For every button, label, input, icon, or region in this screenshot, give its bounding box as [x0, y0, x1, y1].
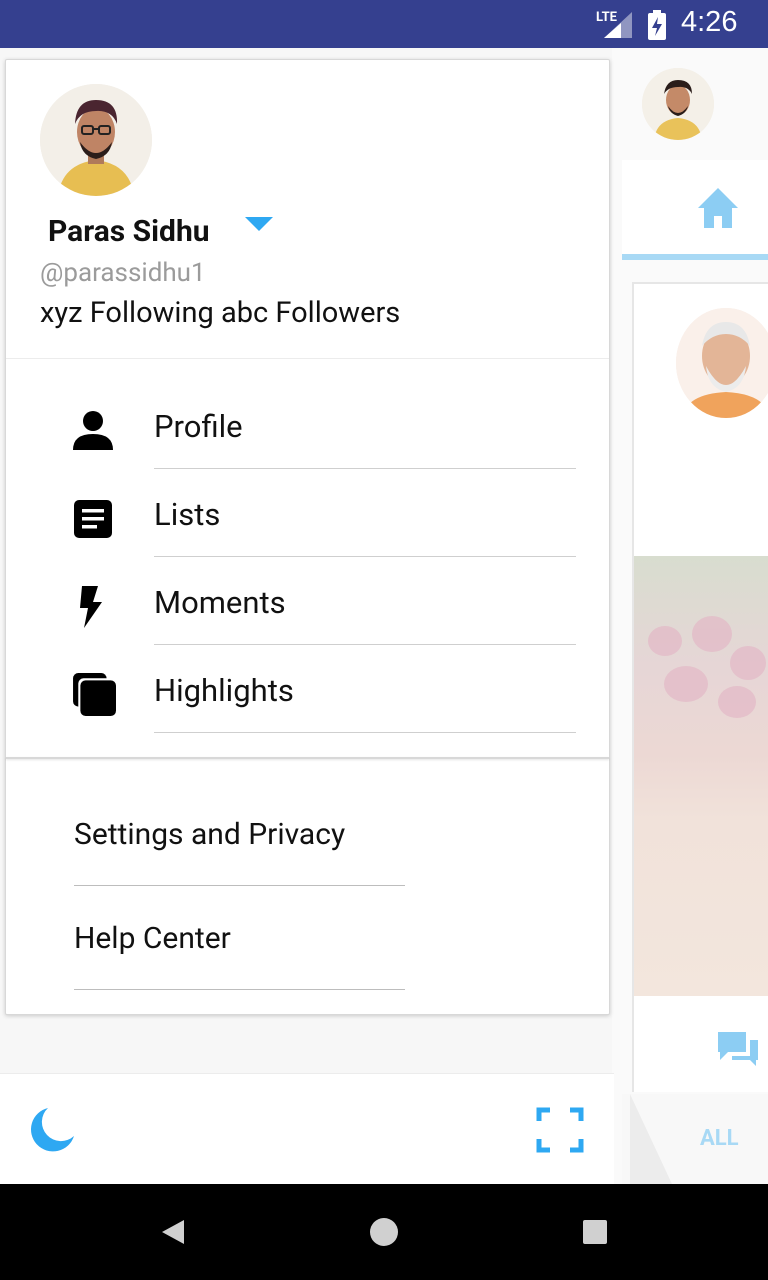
back-icon[interactable]: [160, 1218, 186, 1246]
list-icon: [74, 500, 112, 538]
user-handle: @parassidhu1: [40, 258, 206, 288]
divider: [154, 468, 576, 469]
background-tweet-avatar[interactable]: [676, 308, 768, 418]
recents-icon[interactable]: [583, 1220, 607, 1244]
profile-avatar[interactable]: [40, 84, 152, 196]
settings-and-privacy-link[interactable]: Settings and Privacy: [74, 817, 345, 852]
menu-item-label: Moments: [154, 584, 286, 621]
divider: [154, 732, 576, 733]
qr-scan-icon[interactable]: [536, 1107, 584, 1153]
system-navigation-bar: [0, 1184, 768, 1280]
battery-charging-icon: [648, 10, 666, 40]
navigation-drawer: Paras Sidhu @parassidhu1 xyz Following a…: [5, 59, 610, 1015]
home-icon[interactable]: [696, 186, 740, 230]
person-icon: [73, 411, 113, 450]
background-tab-bar: [622, 160, 768, 260]
divider: [74, 885, 405, 886]
header-divider: [6, 358, 609, 359]
menu-item-lists[interactable]: Lists: [6, 474, 609, 562]
moon-icon[interactable]: [28, 1106, 76, 1154]
account-switch-chevron-icon[interactable]: [245, 217, 273, 231]
drawer-bottom-bar: [0, 1073, 614, 1184]
menu-item-highlights[interactable]: Highlights: [6, 650, 609, 738]
divider: [154, 556, 576, 557]
filter-all-tab[interactable]: ALL: [700, 1126, 739, 1151]
menu-item-profile[interactable]: Profile: [6, 386, 609, 474]
bolt-icon: [80, 586, 102, 628]
background-avatar[interactable]: [642, 68, 714, 140]
status-bar: LTE 4:26: [0, 0, 768, 48]
divider: [154, 644, 576, 645]
reply-icon[interactable]: [716, 1030, 760, 1068]
help-center-link[interactable]: Help Center: [74, 921, 231, 956]
menu-item-label: Lists: [154, 496, 221, 533]
home-nav-icon[interactable]: [370, 1218, 398, 1246]
divider: [74, 989, 405, 990]
background-filter-bar: [622, 1094, 768, 1184]
highlights-icon: [73, 673, 116, 716]
background-tweet-image[interactable]: [634, 556, 768, 996]
menu-item-label: Highlights: [154, 672, 294, 709]
user-name: Paras Sidhu: [48, 214, 210, 249]
menu-item-label: Profile: [154, 408, 243, 445]
clock: 4:26: [681, 6, 738, 38]
follow-stats[interactable]: xyz Following abc Followers: [40, 296, 400, 330]
signal-icon: [604, 12, 632, 38]
menu-item-moments[interactable]: Moments: [6, 562, 609, 650]
section-divider: [6, 757, 609, 759]
